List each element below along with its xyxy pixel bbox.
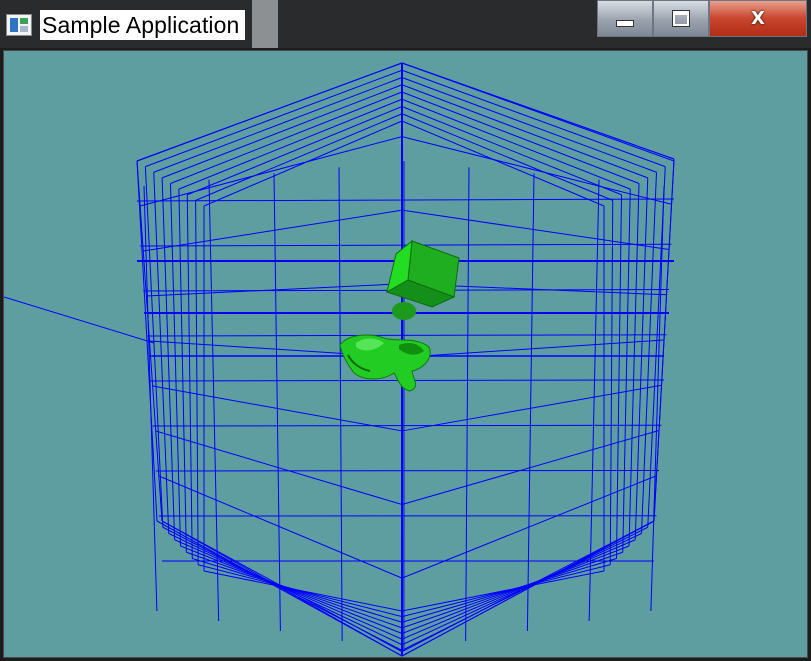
green-cube xyxy=(385,239,460,320)
green-creature-model xyxy=(339,334,431,392)
title-bar[interactable]: Sample Application X xyxy=(0,0,811,50)
ray-line xyxy=(4,296,155,344)
maximize-button[interactable] xyxy=(653,0,709,37)
close-icon: X xyxy=(751,8,765,29)
render-viewport-frame xyxy=(3,50,808,658)
minimize-button[interactable] xyxy=(597,0,653,37)
maximize-icon xyxy=(672,10,690,27)
3d-viewport[interactable] xyxy=(4,51,807,657)
close-button[interactable]: X xyxy=(709,0,807,37)
caption-buttons: X xyxy=(597,0,807,37)
application-window-icon[interactable] xyxy=(6,14,32,36)
window-title: Sample Application xyxy=(40,10,246,40)
minimize-icon xyxy=(616,20,634,27)
application-window: Sample Application X xyxy=(0,0,811,661)
